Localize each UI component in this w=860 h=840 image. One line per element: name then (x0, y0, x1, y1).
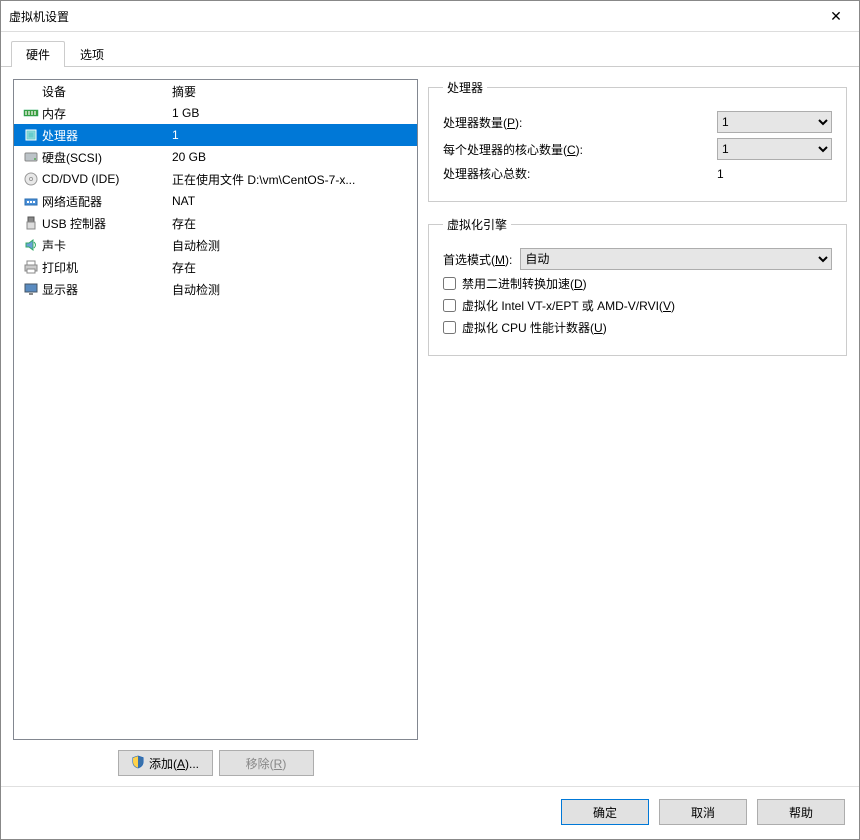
col-device: 设备 (42, 80, 172, 103)
device-summary: NAT (172, 194, 411, 208)
memory-icon (20, 105, 42, 121)
device-name: 声卡 (42, 237, 172, 254)
total-cores-label: 处理器核心总数: (443, 165, 709, 182)
device-row-display[interactable]: 显示器自动检测 (14, 278, 417, 300)
processor-group: 处理器 处理器数量(P): 1 每个处理器的核心数量(C): 1 处理器核心总数… (428, 79, 847, 202)
virt-engine-legend: 虚拟化引擎 (443, 216, 511, 233)
num-processors-label: 处理器数量(P): (443, 114, 709, 131)
preferred-mode-select[interactable]: 自动 (520, 248, 832, 270)
device-name: CD/DVD (IDE) (42, 172, 172, 186)
vt-checkbox[interactable] (443, 299, 456, 312)
tabs: 硬件 选项 (1, 32, 859, 67)
device-summary: 自动检测 (172, 237, 411, 254)
cores-per-proc-select[interactable]: 1 (717, 138, 832, 160)
device-row-usb[interactable]: USB 控制器存在 (14, 212, 417, 234)
device-name: 硬盘(SCSI) (42, 149, 172, 166)
num-processors-select[interactable]: 1 (717, 111, 832, 133)
device-name: 打印机 (42, 259, 172, 276)
perf-counters-checkbox[interactable] (443, 321, 456, 334)
device-summary: 存在 (172, 215, 411, 232)
help-button[interactable]: 帮助 (757, 799, 845, 825)
device-list[interactable]: 设备 摘要 内存1 GB处理器1硬盘(SCSI)20 GBCD/DVD (IDE… (13, 79, 418, 740)
cores-per-proc-label: 每个处理器的核心数量(C): (443, 141, 709, 158)
disable-binary-checkbox[interactable] (443, 277, 456, 290)
device-name: 处理器 (42, 127, 172, 144)
device-row-cpu[interactable]: 处理器1 (14, 124, 417, 146)
add-button[interactable]: 添加(A)... (118, 750, 213, 776)
device-summary: 自动检测 (172, 281, 411, 298)
perf-counters-label: 虚拟化 CPU 性能计数器(U) (462, 319, 607, 336)
shield-icon (131, 755, 145, 772)
device-name: 显示器 (42, 281, 172, 298)
device-row-memory[interactable]: 内存1 GB (14, 102, 417, 124)
virt-engine-group: 虚拟化引擎 首选模式(M): 自动 禁用二进制转换加速(D) 虚拟化 Intel… (428, 216, 847, 356)
processor-legend: 处理器 (443, 79, 487, 96)
disable-binary-label: 禁用二进制转换加速(D) (462, 275, 587, 292)
titlebar: 虚拟机设置 ✕ (1, 1, 859, 32)
device-name: 网络适配器 (42, 193, 172, 210)
sound-icon (20, 237, 42, 253)
remove-button-label: 移除(R) (246, 755, 287, 772)
display-icon (20, 281, 42, 297)
ok-button[interactable]: 确定 (561, 799, 649, 825)
device-row-sound[interactable]: 声卡自动检测 (14, 234, 417, 256)
cpu-icon (20, 127, 42, 143)
device-list-header: 设备 摘要 (14, 80, 417, 102)
add-button-label: 添加(A)... (149, 755, 199, 772)
total-cores-value: 1 (717, 167, 832, 181)
disk-icon (20, 149, 42, 165)
device-name: USB 控制器 (42, 215, 172, 232)
device-name: 内存 (42, 105, 172, 122)
vt-label: 虚拟化 Intel VT-x/EPT 或 AMD-V/RVI(V) (462, 297, 675, 314)
tab-options[interactable]: 选项 (65, 41, 119, 67)
tab-hardware[interactable]: 硬件 (11, 41, 65, 67)
close-button[interactable]: ✕ (813, 1, 859, 32)
device-summary: 1 (172, 128, 411, 142)
cd-icon (20, 171, 42, 187)
device-summary: 20 GB (172, 150, 411, 164)
col-summary: 摘要 (172, 80, 411, 103)
remove-button[interactable]: 移除(R) (219, 750, 314, 776)
network-icon (20, 193, 42, 209)
cancel-button[interactable]: 取消 (659, 799, 747, 825)
device-summary: 正在使用文件 D:\vm\CentOS-7-x... (172, 171, 411, 188)
printer-icon (20, 259, 42, 275)
preferred-mode-label: 首选模式(M): (443, 251, 512, 268)
device-row-disk[interactable]: 硬盘(SCSI)20 GB (14, 146, 417, 168)
device-summary: 1 GB (172, 106, 411, 120)
usb-icon (20, 215, 42, 231)
bottom-bar: 确定 取消 帮助 (1, 786, 859, 839)
device-row-cd[interactable]: CD/DVD (IDE)正在使用文件 D:\vm\CentOS-7-x... (14, 168, 417, 190)
device-row-network[interactable]: 网络适配器NAT (14, 190, 417, 212)
device-summary: 存在 (172, 259, 411, 276)
window-title: 虚拟机设置 (9, 8, 813, 25)
device-row-printer[interactable]: 打印机存在 (14, 256, 417, 278)
